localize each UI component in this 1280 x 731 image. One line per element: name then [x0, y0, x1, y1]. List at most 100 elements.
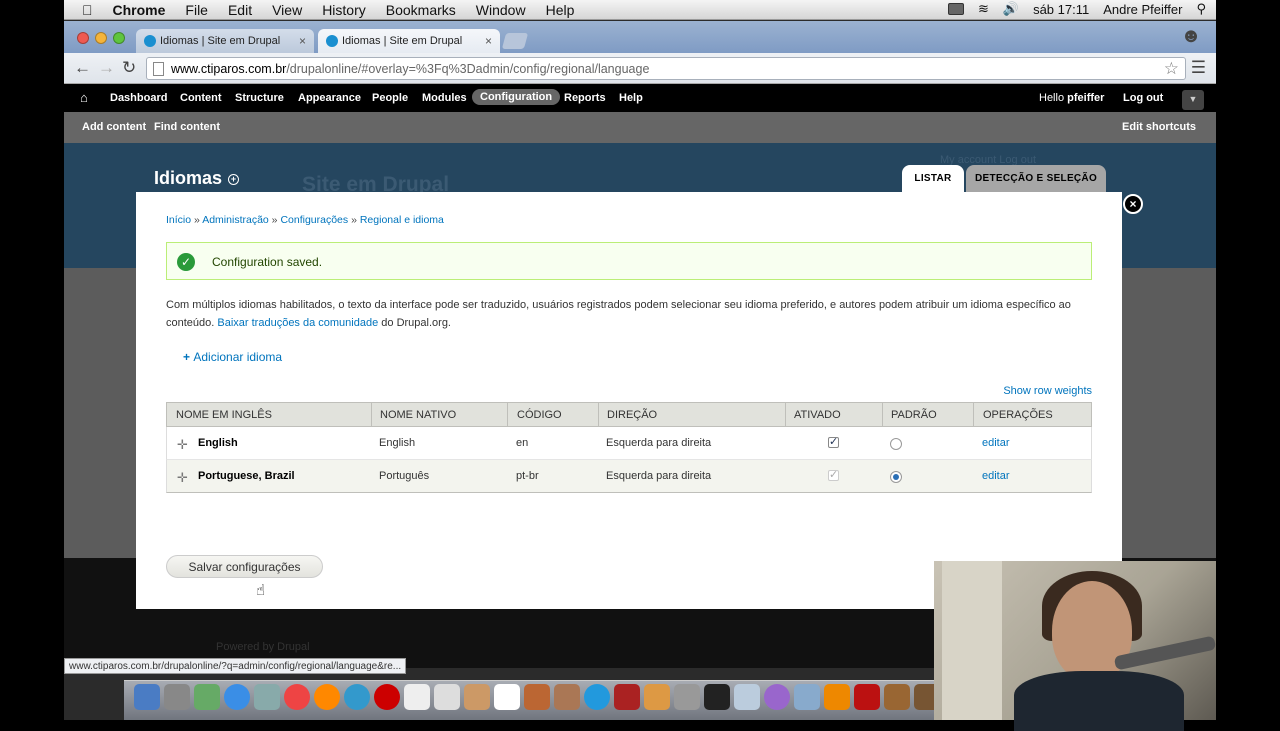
download-translations-link[interactable]: Baixar traduções da comunidade [217, 317, 378, 329]
back-arrow-icon[interactable]: ← [74, 58, 91, 78]
browser-tab-2[interactable]: Idiomas | Site em Drupal × [318, 29, 500, 53]
iphoto-icon[interactable] [644, 684, 670, 710]
toolbar-logout[interactable]: Log out [1123, 92, 1163, 104]
dashboard-icon[interactable] [194, 684, 220, 710]
system-preferences-icon[interactable] [674, 684, 700, 710]
app-store-icon[interactable] [224, 684, 250, 710]
close-overlay-icon[interactable]: × [1123, 194, 1143, 214]
toolbar-content[interactable]: Content [180, 92, 222, 104]
firefox-icon[interactable] [314, 684, 340, 710]
bookmark-star-icon[interactable]: ☆ [1164, 59, 1179, 79]
mac-menubar:  Chrome File Edit View History Bookmark… [64, 0, 1216, 20]
menu-bookmarks[interactable]: Bookmarks [386, 2, 456, 18]
description-text: Com múltiplos idiomas habilitados, o tex… [166, 296, 1092, 332]
save-configuration-button[interactable]: Salvar configurações [166, 555, 323, 578]
textedit-icon[interactable] [404, 684, 430, 710]
toolbar-reports[interactable]: Reports [564, 92, 606, 104]
safari-icon[interactable] [344, 684, 370, 710]
default-radio[interactable] [890, 471, 902, 483]
shortcuts-toggle-button[interactable]: ▼ [1182, 90, 1204, 110]
app-icon[interactable] [764, 684, 790, 710]
wifi-icon[interactable]: ≋ [978, 1, 989, 17]
menu-edit[interactable]: Edit [228, 2, 252, 18]
browser-tab-1[interactable]: Idiomas | Site em Drupal × [136, 29, 314, 53]
zoom-window-icon[interactable] [113, 32, 125, 44]
contacts-icon[interactable] [464, 684, 490, 710]
photo-icon[interactable] [524, 684, 550, 710]
shortcut-find-content[interactable]: Find content [154, 121, 220, 133]
minimize-window-icon[interactable] [95, 32, 107, 44]
cell-code: en [516, 437, 529, 449]
edit-link[interactable]: editar [982, 470, 1010, 482]
spotlight-search-icon[interactable]: ⚲ [1196, 1, 1206, 17]
breadcrumb-inicio[interactable]: Início [166, 214, 191, 226]
calendar-icon[interactable] [494, 684, 520, 710]
close-tab-icon[interactable]: × [485, 34, 492, 48]
preview-doc-icon[interactable] [434, 684, 460, 710]
chrome-menu-icon[interactable]: ☰ [1191, 58, 1206, 78]
tab-deteccao-selecao[interactable]: DETECÇÃO E SELEÇÃO [966, 165, 1106, 193]
close-tab-icon[interactable]: × [299, 34, 306, 48]
camera-icon[interactable] [947, 3, 964, 15]
menu-history[interactable]: History [322, 2, 366, 18]
address-bar[interactable]: www.ctiparos.com.br/drupalonline/#overla… [146, 57, 1186, 80]
drag-handle-icon[interactable]: ✛ [177, 437, 188, 453]
show-row-weights-link[interactable]: Show row weights [1003, 385, 1092, 397]
page-title: Idiomas [154, 168, 223, 188]
menu-window[interactable]: Window [476, 2, 526, 18]
mysql-workbench-icon[interactable] [794, 684, 820, 710]
garageband-icon[interactable] [554, 684, 580, 710]
toolbar-people[interactable]: People [372, 92, 408, 104]
new-tab-button[interactable] [501, 33, 529, 49]
edit-shortcuts-link[interactable]: Edit shortcuts [1122, 121, 1196, 133]
filezilla-icon[interactable] [854, 684, 880, 710]
breadcrumb-configuracoes[interactable]: Configurações [280, 214, 348, 226]
opera-icon[interactable] [374, 684, 400, 710]
toolbar-structure[interactable]: Structure [235, 92, 284, 104]
preview-icon[interactable] [254, 684, 280, 710]
menu-help[interactable]: Help [546, 2, 575, 18]
shortcuts-bar: Add content Find content Edit shortcuts [64, 112, 1216, 143]
edit-link[interactable]: editar [982, 437, 1010, 449]
terminal-icon[interactable] [704, 684, 730, 710]
add-shortcut-icon[interactable]: + [228, 174, 240, 185]
toolbar-dashboard[interactable]: Dashboard [110, 92, 167, 104]
virtualbox-icon[interactable] [734, 684, 760, 710]
photo-booth-icon[interactable] [614, 684, 640, 710]
wordpress-icon[interactable] [884, 684, 910, 710]
drupal-favicon-icon [144, 35, 156, 47]
xampp-icon[interactable] [824, 684, 850, 710]
tab-listar[interactable]: LISTAR [902, 165, 964, 193]
breadcrumb-administracao[interactable]: Administração [202, 214, 269, 226]
launchpad-icon[interactable] [164, 684, 190, 710]
toolbar-appearance[interactable]: Appearance [298, 92, 361, 104]
overlay-content: Início » Administração » Configurações »… [136, 192, 1122, 609]
itunes-icon[interactable] [584, 684, 610, 710]
reload-icon[interactable]: ↻ [122, 58, 136, 78]
forward-arrow-icon[interactable]: → [98, 58, 115, 78]
finder-icon[interactable] [134, 684, 160, 710]
close-window-icon[interactable] [77, 32, 89, 44]
enabled-checkbox[interactable]: ✓ [828, 470, 839, 481]
toolbar-hello: Hello pfeiffer [1039, 92, 1104, 104]
shortcut-add-content[interactable]: Add content [82, 121, 146, 133]
toolbar-help[interactable]: Help [619, 92, 643, 104]
breadcrumb-regional[interactable]: Regional e idioma [360, 214, 444, 226]
menubar-user[interactable]: Andre Pfeiffer [1103, 2, 1182, 17]
toolbar-username[interactable]: pfeiffer [1067, 92, 1104, 104]
volume-icon[interactable]: 🔊 [1003, 1, 1019, 17]
enabled-checkbox[interactable]: ✓ [828, 437, 839, 448]
menu-view[interactable]: View [272, 2, 302, 18]
drag-handle-icon[interactable]: ✛ [177, 470, 188, 486]
default-radio[interactable] [890, 438, 902, 450]
menu-app-name[interactable]: Chrome [113, 2, 166, 18]
chrome-icon[interactable] [284, 684, 310, 710]
menu-file[interactable]: File [185, 2, 208, 18]
toolbar-modules[interactable]: Modules [422, 92, 467, 104]
toolbar-configuration[interactable]: Configuration [472, 89, 561, 105]
apple-menu-icon[interactable]:  [82, 2, 93, 18]
home-icon[interactable]: ⌂ [80, 90, 88, 105]
menubar-clock[interactable]: sáb 17:11 [1033, 2, 1089, 17]
add-language-link[interactable]: + Adicionar idioma [183, 350, 282, 364]
status-bar-url: www.ctiparos.com.br/drupalonline/?q=admi… [64, 658, 407, 674]
